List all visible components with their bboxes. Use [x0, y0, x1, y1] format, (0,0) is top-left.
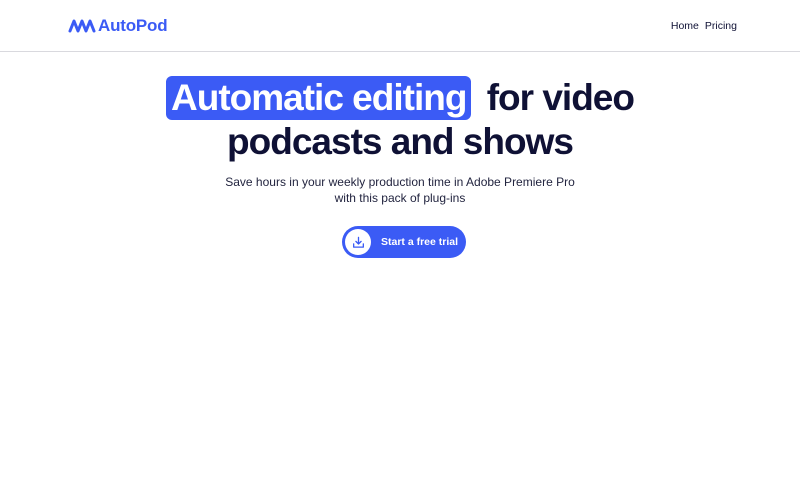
main-nav: Home Pricing: [671, 20, 737, 32]
site-header: AutoPod Home Pricing: [0, 0, 800, 52]
hero-title: Automatic editing for video podcasts and…: [0, 76, 800, 164]
hero-subtitle: Save hours in your weekly production tim…: [0, 174, 800, 206]
hero-title-rest: for video: [486, 77, 635, 118]
hero-title-line-2: podcasts and shows: [227, 121, 574, 162]
nav-link-home[interactable]: Home: [671, 20, 699, 32]
hero-title-line-1: Automatic editing for video: [0, 76, 800, 120]
hero-subtitle-line-2: with this pack of plug-ins: [334, 191, 466, 205]
brand-logo[interactable]: AutoPod: [68, 15, 168, 37]
start-free-trial-button[interactable]: Start a free trial: [342, 226, 466, 258]
brand-name: AutoPod: [98, 16, 168, 35]
hero-subtitle-line-1: Save hours in your weekly production tim…: [225, 175, 575, 189]
download-icon: [345, 229, 371, 255]
waveform-logo-icon: [68, 17, 96, 35]
start-free-trial-label: Start a free trial: [381, 236, 459, 248]
hero-title-highlight: Automatic editing: [166, 76, 472, 120]
nav-link-pricing[interactable]: Pricing: [705, 20, 737, 32]
